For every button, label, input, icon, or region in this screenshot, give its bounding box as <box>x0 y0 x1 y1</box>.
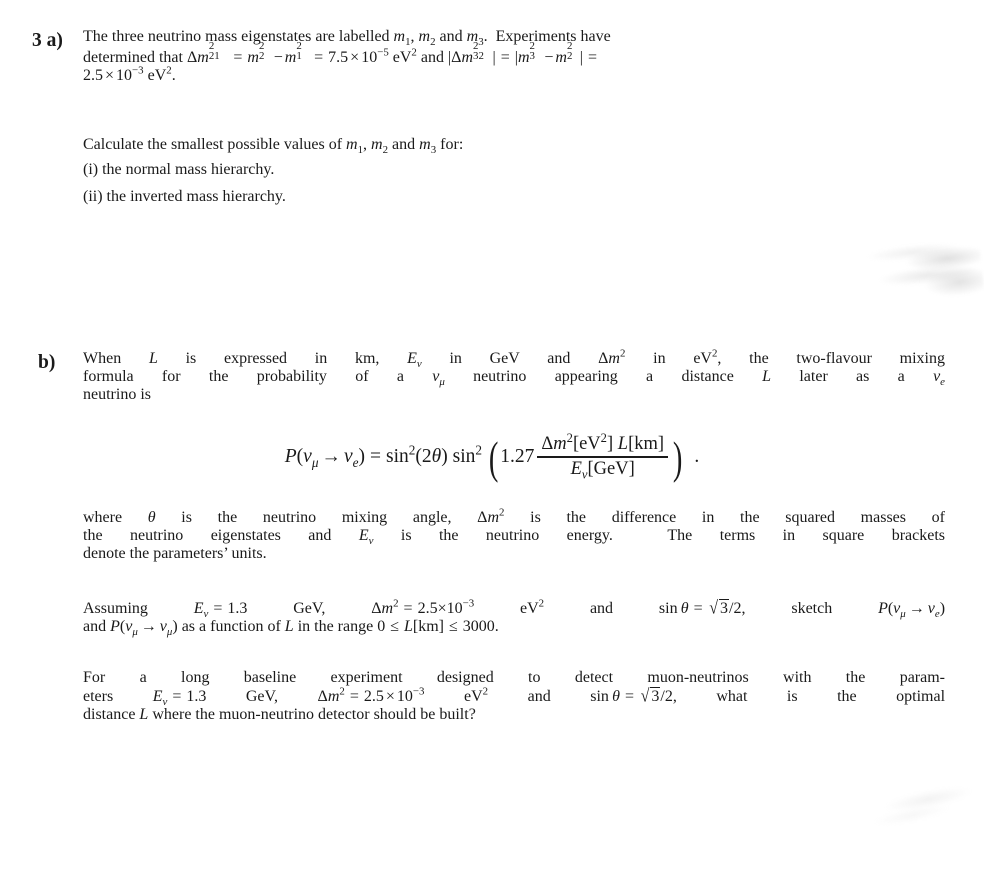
part-a-calculate-line: Calculate the smallest possible values o… <box>83 136 464 157</box>
part-b-longbaseline-line-1: For a long baseline experiment designed … <box>83 669 945 686</box>
part-a-subitem-i-text: the normal mass hierarchy. <box>102 161 275 178</box>
equation-trailing-period: . <box>694 446 700 467</box>
equation-sin-squared-2theta: sin2(2θ) <box>386 442 448 467</box>
document-page: 3 a) The three neutrino mass eigenstates… <box>0 0 984 884</box>
oscillation-probability-equation: P(νμ → νe) = sin2(2θ) sin2 (1.27 Δm2[eV2] L[k… <box>0 431 984 483</box>
equation-close-paren: ) <box>672 432 683 483</box>
part-a-intro-line-3: 2.5 × 10−3 eV2. <box>83 64 176 84</box>
part-a-subitem-ii: (ii) the inverted mass hierarchy. <box>83 188 945 206</box>
part-b-intro-line-3: neutrino is <box>83 386 151 403</box>
part-label-3a: 3 a) <box>32 30 63 51</box>
equation-sin-squared-outer: sin2 <box>452 442 483 467</box>
scan-smudge-artifact-bottom <box>840 769 984 867</box>
part-a-subitem-i-marker: (i) <box>83 161 99 178</box>
part-label-b: b) <box>38 352 56 373</box>
part-a-subitem-ii-marker: (ii) <box>83 188 103 205</box>
part-b-longbaseline-line-2: eters Eν = 1.3 GeV, Δm2 = 2.5 × 10−3 eV2 and s… <box>83 685 946 709</box>
scan-smudge-artifact-top <box>857 215 984 327</box>
part-a-intro-line-2: determined that Δm 2 21 = m 2 2− m 2 1 = 7.5 × 10−5 e… <box>83 40 597 66</box>
part-b-assuming-line-2: and P(νμ → νμ) as a function of L in the r… <box>83 618 499 639</box>
part-a-intro-paragraph: The three neutrino mass eigenstates are … <box>83 28 945 85</box>
equation-fraction-denominator: Eν[GeV] <box>570 458 635 482</box>
equation-content: P(νμ → νe) = sin2(2θ) sin2 (1.27 Δm2[eV2] L[k… <box>284 431 700 483</box>
part-a-subitem-i: (i) the normal mass hierarchy. <box>83 161 945 179</box>
part-b-where-paragraph: where θ is the neutrino mixing angle, Δm… <box>83 506 945 563</box>
part-a-calculate-paragraph: Calculate the smallest possible values o… <box>83 136 945 157</box>
part-b-longbaseline-line-3: distance L where the muon-neutrino detec… <box>83 706 476 723</box>
part-b-longbaseline-paragraph: For a long baseline experiment designed … <box>83 669 945 724</box>
equation-open-paren: ( <box>488 432 499 483</box>
equation-constant: 1.27 <box>500 446 535 467</box>
part-b-where-line-2: the neutrino eigenstates and Eν is the n… <box>83 527 945 548</box>
part-b-intro-paragraph: When L is expressed in km, Eν in GeV and… <box>83 347 945 404</box>
part-b-where-line-3: denote the parameters’ units. <box>83 545 267 562</box>
part-a-subitem-ii-text: the inverted mass hierarchy. <box>106 188 286 205</box>
part-b-assuming-paragraph: Assuming Eν = 1.3 GeV, Δm2 = 2.5×10−3 eV2 an… <box>83 597 946 639</box>
equation-fraction: Δm2[eV2] L[km] Eν[GeV] <box>537 431 669 482</box>
equation-lhs: P(νμ → νe) <box>284 446 366 470</box>
part-b-intro-line-2: formula for the probability of a νμ neut… <box>83 368 945 389</box>
equation-fraction-numerator: Δm2[eV2] L[km] <box>541 431 665 455</box>
part-b-assuming-line-1: Assuming Eν = 1.3 GeV, Δm2 = 2.5×10−3 eV2 an… <box>83 597 946 621</box>
part-b-intro-line-1: When L is expressed in km, Eν in GeV and… <box>83 347 945 371</box>
part-b-where-line-1: where θ is the neutrino mixing angle, Δm… <box>83 506 945 526</box>
